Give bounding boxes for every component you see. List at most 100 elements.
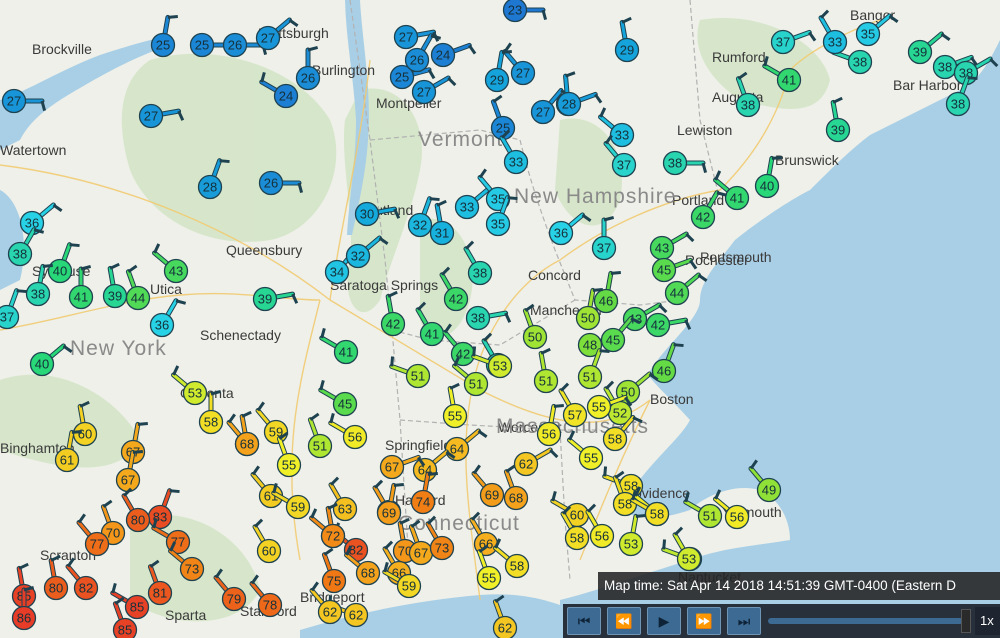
- station-temperature: 26: [264, 176, 278, 191]
- station-temperature: 29: [490, 73, 504, 88]
- place-label: Queensbury: [226, 242, 302, 258]
- rewind-button[interactable]: ⏪: [607, 607, 641, 635]
- rewind-icon: ⏪: [615, 613, 633, 629]
- station-temperature: 27: [399, 30, 413, 45]
- station-temperature: 41: [730, 191, 744, 206]
- wind-barb-feather: [507, 196, 518, 201]
- station-temperature: 53: [493, 359, 507, 374]
- station-temperature: 77: [90, 537, 104, 552]
- wind-barb-feather: [42, 264, 53, 268]
- place-label: Springfield: [385, 437, 451, 453]
- station-temperature: 69: [485, 488, 499, 503]
- wind-barb-feather: [673, 343, 684, 348]
- station-temperature: 42: [651, 318, 665, 333]
- wind-barb-feather: [390, 356, 395, 367]
- place-label: Bar Harbor: [893, 77, 962, 93]
- station-temperature: 39: [258, 292, 272, 307]
- station-temperature: 60: [78, 427, 92, 442]
- station-temperature: 40: [53, 264, 67, 279]
- station-temperature: 60: [262, 544, 276, 559]
- station-temperature: 39: [913, 45, 927, 60]
- station-temperature: 24: [279, 89, 293, 104]
- station-temperature: 60: [570, 508, 584, 523]
- station-temperature: 31: [435, 226, 449, 241]
- playback-speed[interactable]: 1x: [975, 607, 1000, 635]
- station-temperature: 52: [613, 406, 627, 421]
- station-temperature: 55: [592, 400, 606, 415]
- station-temperature: 36: [155, 318, 169, 333]
- station-temperature: 32: [351, 249, 365, 264]
- timeline-slider-handle[interactable]: [961, 609, 971, 633]
- station-temperature: 33: [509, 155, 523, 170]
- station-temperature: 46: [657, 364, 671, 379]
- station-temperature: 43: [169, 264, 183, 279]
- station-temperature: 68: [361, 566, 375, 581]
- station-temperature: 72: [326, 529, 340, 544]
- station-temperature: 62: [349, 608, 363, 623]
- station-temperature: 38: [951, 97, 965, 112]
- station-temperature: 73: [435, 541, 449, 556]
- station-temperature: 39: [831, 123, 845, 138]
- station-temperature: 25: [195, 38, 209, 53]
- wind-barb-feather: [393, 483, 404, 487]
- wind-barb-feather: [771, 156, 782, 160]
- station-temperature: 86: [17, 611, 31, 626]
- station-temperature: 27: [417, 85, 431, 100]
- station-temperature: 50: [581, 311, 595, 326]
- station-temperature: 35: [861, 27, 875, 42]
- wind-barb-feather: [662, 539, 667, 550]
- station-temperature: 33: [460, 200, 474, 215]
- weather-map[interactable]: BrockvillePlattsburghBurlingtonMontpelie…: [0, 0, 1000, 638]
- station-temperature: 43: [655, 241, 669, 256]
- fast-forward-button[interactable]: ⏩: [687, 607, 721, 635]
- station-temperature: 38: [938, 60, 952, 75]
- station-temperature: 34: [330, 265, 344, 280]
- play-icon: ▶: [658, 613, 670, 629]
- station-temperature: 74: [416, 495, 430, 510]
- station-temperature: 37: [617, 158, 631, 173]
- station-temperature: 41: [74, 290, 88, 305]
- station-temperature: 67: [385, 460, 399, 475]
- skip-to-end-button[interactable]: ⏭: [727, 607, 761, 635]
- station-temperature: 51: [703, 509, 717, 524]
- skip-to-start-button[interactable]: ⏮: [567, 607, 601, 635]
- state-label: New York: [70, 337, 167, 360]
- station-temperature: 38: [31, 287, 45, 302]
- station-temperature: 38: [473, 266, 487, 281]
- station-temperature: 56: [730, 510, 744, 525]
- wind-barb-feather: [169, 489, 180, 494]
- station-temperature: 56: [595, 529, 609, 544]
- station-temperature: 75: [327, 574, 341, 589]
- station-temperature: 33: [828, 35, 842, 50]
- play-button[interactable]: ▶: [647, 607, 681, 635]
- station-temperature: 70: [106, 526, 120, 541]
- station-temperature: 26: [301, 71, 315, 86]
- station-temperature: 58: [618, 497, 632, 512]
- map-time-text: Map time: Sat Apr 14 2018 14:51:39 GMT-0…: [604, 578, 956, 593]
- station-temperature: 59: [402, 579, 416, 594]
- station-temperature: 62: [323, 605, 337, 620]
- station-temperature: 41: [782, 73, 796, 88]
- station-temperature: 62: [498, 621, 512, 636]
- station-temperature: 27: [261, 31, 275, 46]
- station-temperature: 41: [425, 327, 439, 342]
- station-temperature: 37: [597, 241, 611, 256]
- station-temperature: 57: [568, 408, 582, 423]
- station-temperature: 58: [570, 531, 584, 546]
- timeline-slider[interactable]: [768, 618, 963, 624]
- station-temperature: 49: [762, 483, 776, 498]
- station-temperature: 38: [668, 156, 682, 171]
- skip-to-end-icon: ⏭: [737, 613, 751, 629]
- station-temperature: 50: [528, 330, 542, 345]
- wind-barb-feather: [219, 159, 230, 164]
- station-temperature: 48: [583, 338, 597, 353]
- station-temperature: 58: [650, 507, 664, 522]
- place-label: Utica: [150, 281, 182, 297]
- wind-barb-feather: [599, 349, 610, 354]
- station-temperature: 67: [121, 473, 135, 488]
- station-temperature: 30: [360, 207, 374, 222]
- station-temperature: 25: [395, 70, 409, 85]
- station-temperature: 51: [469, 377, 483, 392]
- station-temperature: 80: [131, 513, 145, 528]
- fast-forward-icon: ⏩: [695, 613, 713, 629]
